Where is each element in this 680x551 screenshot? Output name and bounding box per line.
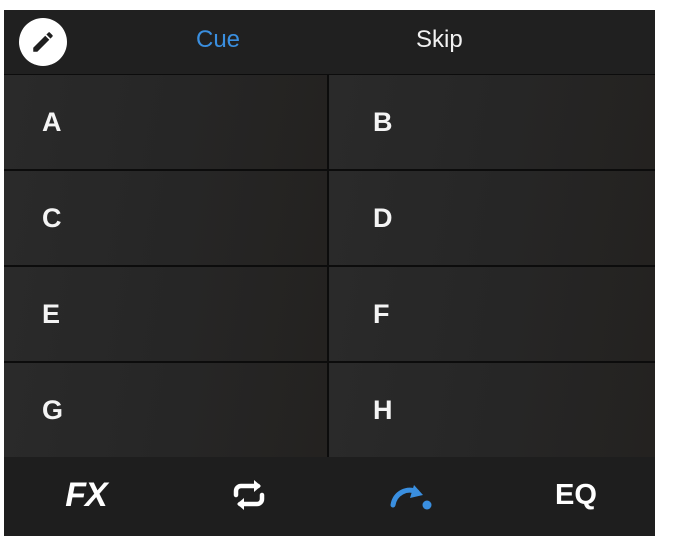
cue-pad-e[interactable]: E — [4, 267, 327, 361]
cue-pad-label: D — [373, 203, 393, 233]
cue-pad-label: C — [42, 203, 62, 233]
cue-pad-grid: A B C D E F G H — [4, 74, 655, 457]
tab-cue[interactable]: Cue — [196, 26, 240, 54]
cue-pad-g[interactable]: G — [4, 363, 327, 457]
hot-cue-panel: Cue Skip A B C D E F G H FX EQ — [4, 10, 655, 536]
cue-pad-b[interactable]: B — [329, 75, 655, 169]
cue-pad-label: H — [373, 395, 393, 425]
cue-pad-label: F — [373, 299, 390, 329]
cue-pad-h[interactable]: H — [329, 363, 655, 457]
fx-button[interactable]: FX — [60, 475, 112, 515]
cue-pad-label: A — [42, 107, 62, 137]
cue-pad-label: E — [42, 299, 61, 329]
pencil-icon — [33, 32, 53, 52]
cue-pad-a[interactable]: A — [4, 75, 327, 169]
eq-button[interactable]: EQ — [552, 475, 600, 515]
loop-icon — [233, 480, 265, 510]
cue-jump-button[interactable] — [386, 475, 434, 515]
cue-pad-f[interactable]: F — [329, 267, 655, 361]
cue-pad-label: G — [42, 395, 64, 425]
header-bar: Cue Skip — [4, 10, 655, 74]
tab-skip[interactable]: Skip — [416, 26, 463, 54]
cue-pad-d[interactable]: D — [329, 171, 655, 265]
loop-button[interactable] — [226, 475, 272, 515]
cue-jump-icon — [390, 485, 432, 510]
bottom-toolbar: FX EQ — [4, 457, 655, 536]
cue-pad-c[interactable]: C — [4, 171, 327, 265]
edit-button[interactable] — [19, 18, 67, 66]
cue-pad-label: B — [373, 107, 393, 137]
